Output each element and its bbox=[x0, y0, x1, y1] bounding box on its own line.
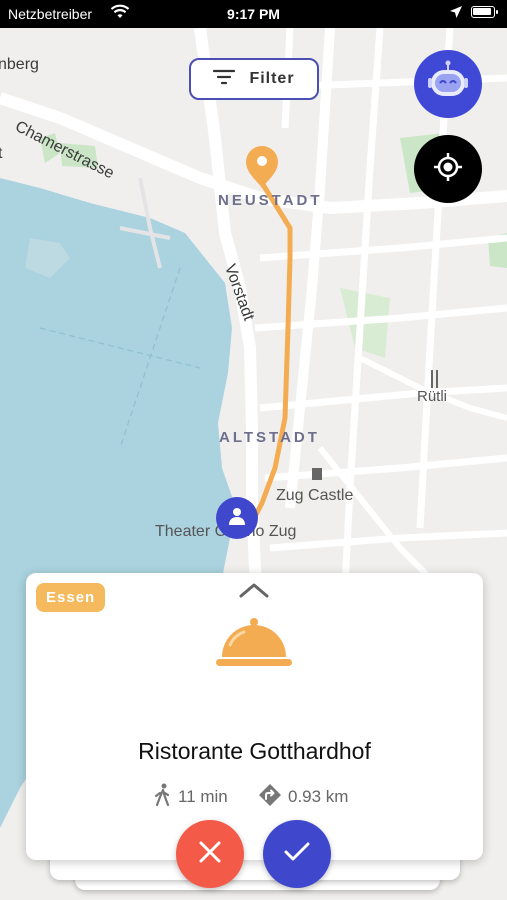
crosshair-icon bbox=[433, 152, 463, 187]
check-icon bbox=[284, 842, 310, 867]
filter-label: Filter bbox=[249, 70, 295, 87]
carrier-name: Netzbetreiber bbox=[8, 6, 93, 22]
cloche-icon bbox=[214, 615, 294, 680]
map-label-rutli: Rütli bbox=[417, 388, 448, 405]
battery-icon bbox=[471, 6, 498, 18]
place-card[interactable]: Essen Ristorante Gotthardhof 11 min 0.93… bbox=[26, 573, 483, 860]
person-icon bbox=[227, 506, 247, 531]
locate-me-button[interactable] bbox=[414, 135, 482, 203]
chevron-up-icon[interactable] bbox=[238, 581, 270, 604]
distance: 0.93 km bbox=[258, 783, 349, 812]
map-label-place: nberg bbox=[0, 56, 39, 73]
walking-icon bbox=[154, 783, 172, 812]
assistant-button[interactable] bbox=[414, 50, 482, 118]
status-bar: Netzbetreiber 9:17 PM bbox=[0, 0, 507, 28]
distance-label: 0.93 km bbox=[288, 787, 349, 806]
location-arrow-icon bbox=[449, 5, 463, 22]
category-badge: Essen bbox=[36, 583, 106, 612]
map-label-altstadt: ALTSTADT bbox=[219, 429, 320, 446]
filter-lines-icon bbox=[213, 69, 236, 90]
place-name: Ristorante Gotthardhof bbox=[138, 738, 371, 764]
map-label-neustadt: NEUSTADT bbox=[218, 192, 323, 209]
user-location-marker bbox=[216, 497, 258, 539]
directions-icon bbox=[258, 783, 282, 812]
accept-button[interactable] bbox=[263, 820, 331, 888]
robot-icon bbox=[425, 59, 471, 110]
wifi-icon bbox=[110, 4, 130, 23]
castle-icon bbox=[312, 468, 322, 480]
clock: 9:17 PM bbox=[227, 6, 280, 22]
close-icon bbox=[198, 840, 222, 869]
walk-time: 11 min bbox=[154, 783, 228, 812]
filter-button[interactable]: Filter bbox=[189, 58, 319, 100]
map-label-zug-castle: Zug Castle bbox=[276, 487, 354, 504]
reject-button[interactable] bbox=[176, 820, 244, 888]
map-label-edge: t bbox=[0, 145, 3, 162]
walk-time-label: 11 min bbox=[178, 787, 228, 806]
